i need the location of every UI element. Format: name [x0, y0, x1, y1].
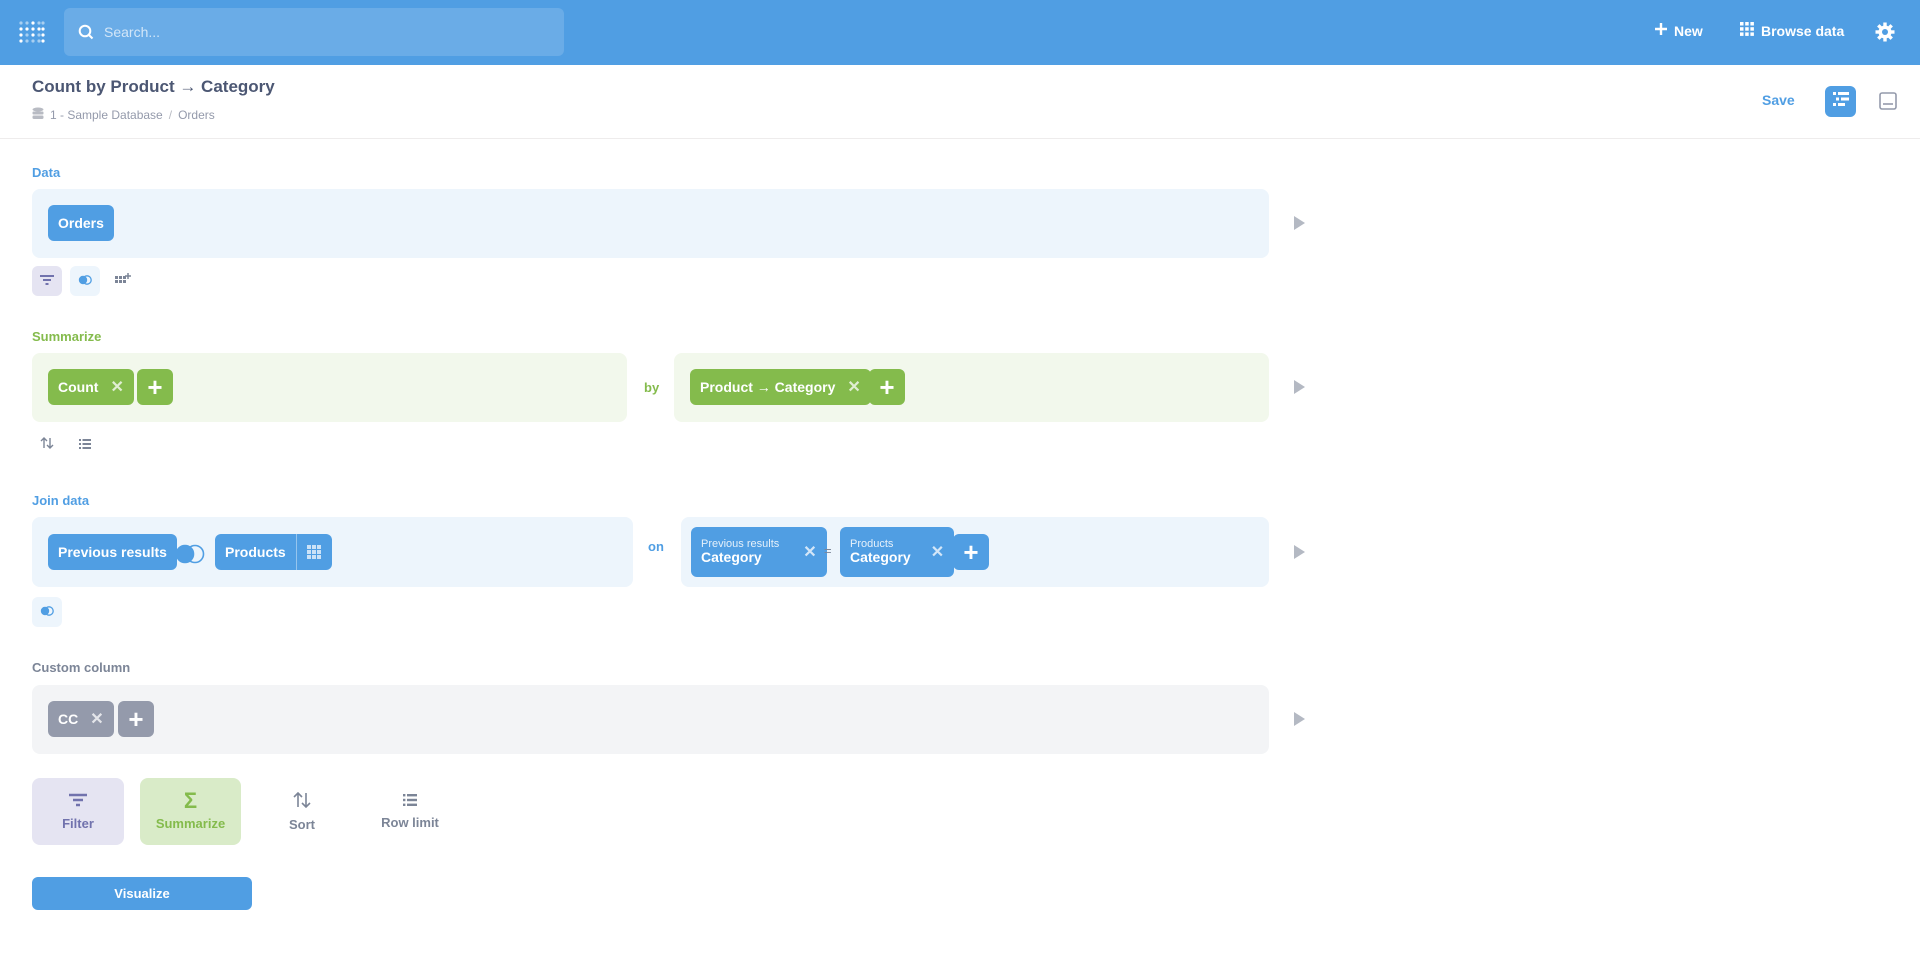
breadcrumb-table[interactable]: Orders	[178, 108, 215, 122]
breadcrumb: 1 - Sample Database / Orders	[32, 107, 215, 123]
run-step-icon[interactable]	[1294, 545, 1305, 559]
join-left-column-source: Previous results	[701, 538, 780, 551]
join-step-label: Join data	[32, 493, 90, 508]
custom-column-pill[interactable]: CC ✕	[48, 701, 114, 737]
sort-icon	[40, 436, 54, 454]
custom-column-box: CC ✕ +	[32, 685, 1269, 754]
list-icon	[79, 436, 91, 454]
add-join-condition-button[interactable]: +	[953, 534, 989, 570]
database-icon	[32, 107, 44, 123]
sort-action-label: Sort	[289, 816, 315, 832]
add-column-icon	[115, 272, 131, 290]
search-placeholder: Search...	[104, 24, 161, 40]
notebook-icon	[1832, 92, 1849, 111]
gear-icon[interactable]	[1875, 22, 1895, 47]
filter-icon	[40, 272, 54, 290]
join-right-column: Category	[850, 549, 911, 566]
sigma-icon: Σ	[183, 788, 198, 813]
query-header: Count by Product → Category 1 - Sample D…	[0, 65, 1920, 139]
breakout-label: Product → Category	[700, 379, 836, 395]
view-sql-icon[interactable]	[1879, 92, 1897, 115]
add-join-button[interactable]	[32, 597, 62, 627]
join-operator[interactable]: =	[824, 543, 832, 558]
sort-action-button[interactable]: Sort	[268, 778, 336, 845]
filter-action-label: Filter	[62, 815, 94, 831]
new-label: New	[1674, 22, 1703, 39]
join-right-column-source: Products	[850, 538, 894, 551]
remove-join-left-icon[interactable]: ✕	[803, 542, 816, 562]
join-tables-box: Previous results Products	[32, 517, 633, 587]
join-left-column-pill[interactable]: Previous results Category ✕	[691, 527, 827, 577]
add-filter-step-button[interactable]	[32, 266, 62, 296]
join-left-column: Category	[701, 549, 762, 566]
breakout-pill[interactable]: Product → Category ✕	[690, 369, 871, 405]
join-left-table-pill[interactable]: Previous results	[48, 534, 177, 570]
join-left-table-label: Previous results	[58, 544, 167, 560]
run-step-icon[interactable]	[1294, 380, 1305, 394]
join-right-table-pill[interactable]: Products	[215, 534, 332, 570]
join-right-column-pill[interactable]: Products Category ✕	[840, 527, 955, 577]
data-step-label: Data	[32, 165, 61, 180]
add-custom-column-button[interactable]	[108, 266, 138, 296]
row-limit-action-button[interactable]: Row limit	[372, 778, 448, 845]
summarize-step-label: Summarize	[32, 329, 102, 344]
filter-icon	[69, 793, 87, 810]
run-step-icon[interactable]	[1294, 216, 1305, 230]
on-label: on	[648, 539, 664, 554]
filter-action-button[interactable]: Filter	[32, 778, 124, 845]
data-step-box: Orders	[32, 189, 1269, 258]
summarize-breakout-box: Product → Category ✕ +	[674, 353, 1269, 422]
add-sort-button[interactable]	[32, 430, 62, 460]
metabase-logo-icon[interactable]	[19, 20, 45, 46]
page-title: Count by Product → Category	[32, 77, 275, 96]
custom-column-step-label: Custom column	[32, 660, 131, 675]
add-metric-button[interactable]: +	[137, 369, 173, 405]
plus-icon	[1654, 22, 1668, 39]
add-join-step-button[interactable]	[70, 266, 100, 296]
summarize-action-label: Summarize	[155, 816, 226, 831]
join-icon	[78, 272, 92, 290]
add-breakout-button[interactable]: +	[869, 369, 905, 405]
list-icon	[403, 793, 417, 809]
join-icon	[40, 603, 54, 621]
join-conditions-box: Previous results Category ✕ = Products C…	[681, 517, 1269, 587]
breadcrumb-separator: /	[168, 108, 173, 122]
search-icon	[78, 24, 94, 45]
sort-icon	[293, 791, 311, 811]
data-source-pill[interactable]: Orders	[48, 205, 114, 241]
add-custom-column-button[interactable]: +	[118, 701, 154, 737]
summarize-action-button[interactable]: Σ Summarize	[140, 778, 241, 845]
save-button[interactable]: Save	[1762, 92, 1795, 108]
remove-join-right-icon[interactable]: ✕	[931, 542, 944, 562]
top-nav: Search... New Browse data	[0, 0, 1920, 65]
notebook-toggle-button[interactable]	[1825, 86, 1856, 117]
new-button[interactable]: New	[1654, 22, 1703, 39]
by-label: by	[644, 380, 660, 395]
join-type-icon[interactable]	[174, 544, 206, 569]
browse-data-button[interactable]: Browse data	[1740, 22, 1844, 39]
run-step-icon[interactable]	[1294, 712, 1305, 726]
add-row-limit-button[interactable]	[70, 430, 100, 460]
search-bar[interactable]: Search...	[64, 8, 564, 56]
metric-pill[interactable]: Count ✕	[48, 369, 134, 405]
grid-icon	[1740, 22, 1754, 39]
metric-label: Count	[58, 379, 99, 395]
remove-metric-icon[interactable]: ✕	[110, 377, 123, 397]
remove-breakout-icon[interactable]: ✕	[847, 377, 860, 397]
browse-label: Browse data	[1761, 22, 1845, 39]
custom-column-label: CC	[58, 711, 79, 727]
column-picker-icon[interactable]	[295, 534, 332, 570]
join-right-table-label: Products	[225, 544, 286, 560]
data-source-label: Orders	[58, 215, 104, 231]
summarize-metrics-box: Count ✕ +	[32, 353, 627, 422]
visualize-button[interactable]: Visualize	[32, 877, 252, 910]
breadcrumb-database[interactable]: 1 - Sample Database	[50, 108, 163, 122]
row-limit-action-label: Row limit	[381, 814, 439, 830]
remove-custom-column-icon[interactable]: ✕	[90, 709, 103, 729]
